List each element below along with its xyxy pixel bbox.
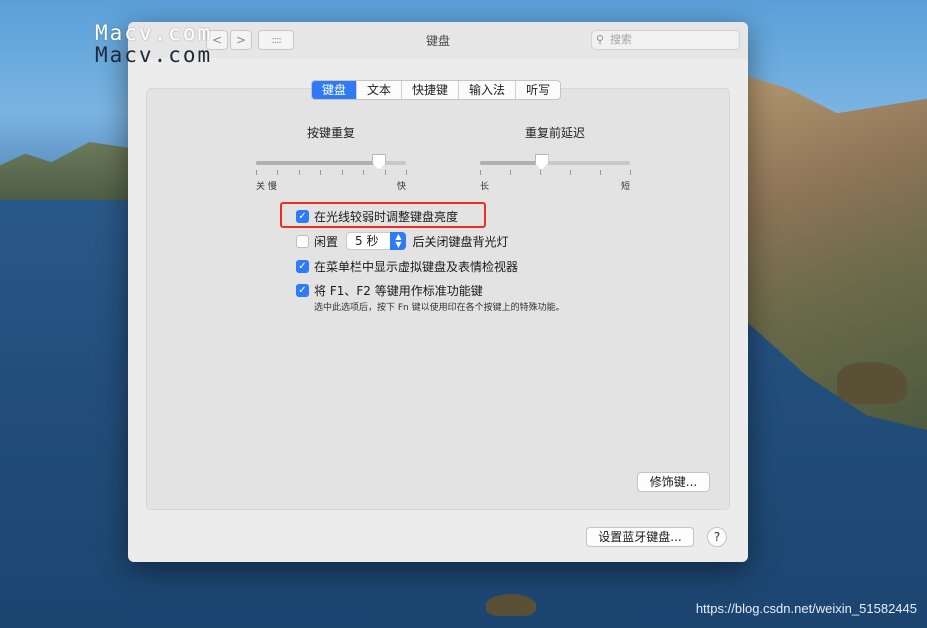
- key-repeat-label: 按键重复: [306, 126, 355, 140]
- idle-suffix-label: 后关闭键盘背光灯: [412, 234, 509, 249]
- key-repeat-slider[interactable]: [256, 154, 406, 170]
- key-repeat-thumb[interactable]: [372, 154, 386, 170]
- tab-text[interactable]: 文本: [357, 81, 403, 99]
- fn-keys-description: 选中此选项后，按下 Fn 键以使用印在各个按键上的特殊功能。: [314, 303, 565, 313]
- delay-max-label: 短: [620, 182, 630, 192]
- delay-slider-group: 重复前延迟 长 短: [480, 124, 631, 192]
- tab-input-sources[interactable]: 输入法: [459, 81, 517, 99]
- slider-tick: [480, 170, 481, 175]
- stepper-arrows-icon: ▲ ▼: [390, 232, 407, 250]
- adjust-brightness-checkbox[interactable]: ✓: [296, 210, 309, 223]
- wallpaper-hill: [0, 142, 128, 200]
- watermark-line-2: Macv.com: [95, 43, 213, 67]
- adjust-brightness-label: 在光线较弱时调整键盘亮度: [314, 210, 459, 224]
- slider-tick: [341, 170, 343, 175]
- slider-tick: [406, 170, 407, 175]
- show-viewer-label: 在菜单栏中显示虚拟键盘及表情检视器: [314, 260, 519, 274]
- slider-tick: [384, 170, 386, 175]
- slider-tick: [510, 170, 511, 175]
- idle-duration-value: 5 秒: [355, 234, 379, 248]
- checkmark-icon: ✓: [298, 211, 307, 222]
- key-repeat-min-label: 关 慢: [256, 182, 277, 192]
- content-panel: [146, 88, 730, 510]
- watermark-line-1: Macv.com: [95, 21, 213, 45]
- delay-fill: [480, 161, 542, 165]
- idle-off-checkbox[interactable]: [296, 234, 309, 248]
- watermark-url: https://blog.csdn.net/weixin_51582445: [695, 601, 917, 616]
- adjust-brightness-option[interactable]: ✓ 在光线较弱时调整键盘亮度: [296, 208, 458, 225]
- search-icon: ⚲: [596, 33, 605, 46]
- delay-thumb[interactable]: [534, 154, 549, 170]
- modifier-keys-button[interactable]: 修饰键...: [637, 472, 710, 492]
- slider-tick: [540, 170, 541, 175]
- slider-tick: [363, 170, 365, 175]
- slider-tick: [630, 170, 631, 175]
- key-repeat-fill: [256, 161, 379, 165]
- fn-keys-checkbox[interactable]: ✓: [296, 284, 309, 297]
- tab-keyboard[interactable]: 键盘: [312, 81, 358, 99]
- search-placeholder: 搜索: [610, 33, 632, 46]
- idle-off-option: 闲置 5 秒 ▲ ▼ 后关闭键盘背光灯: [296, 232, 508, 250]
- wallpaper-rock-small: [486, 594, 536, 616]
- slider-tick: [570, 170, 571, 175]
- setup-bluetooth-keyboard-button[interactable]: 设置蓝牙键盘...: [586, 527, 694, 547]
- key-repeat-max-label: 快: [396, 182, 406, 192]
- idle-prefix-label: 闲置: [314, 234, 339, 249]
- slider-tick: [600, 170, 601, 175]
- delay-min-label: 长: [480, 182, 490, 192]
- keyboard-preferences-window: < > :::: 键盘 ⚲ 搜索 键盘 文本 快捷键 输入法 听写 按键重复 关…: [128, 22, 748, 562]
- watermark-logo: Macv.com Macv.com: [95, 22, 212, 66]
- tab-bar: 键盘 文本 快捷键 输入法 听写: [311, 80, 562, 100]
- wallpaper-rock: [837, 362, 907, 404]
- delay-label: 重复前延迟: [524, 126, 585, 140]
- delay-slider[interactable]: [480, 154, 630, 170]
- slider-tick: [256, 170, 257, 175]
- delay-ticks: [480, 170, 631, 176]
- help-button[interactable]: ?: [707, 527, 727, 547]
- show-viewer-option[interactable]: ✓ 在菜单栏中显示虚拟键盘及表情检视器: [296, 258, 518, 275]
- checkmark-icon: ✓: [298, 261, 307, 272]
- fn-keys-label: 将 F1、F2 等键用作标准功能键: [314, 284, 483, 298]
- window-titlebar: < > :::: 键盘 ⚲ 搜索: [128, 22, 748, 58]
- tab-shortcuts[interactable]: 快捷键: [402, 81, 460, 99]
- show-viewer-checkbox[interactable]: ✓: [296, 260, 309, 273]
- slider-tick: [320, 170, 322, 175]
- key-repeat-ticks: [256, 170, 407, 176]
- tab-dictation[interactable]: 听写: [516, 81, 560, 99]
- key-repeat-slider-group: 按键重复 关 慢 快: [256, 124, 407, 192]
- idle-duration-select[interactable]: 5 秒 ▲ ▼: [346, 232, 407, 250]
- slider-tick: [277, 170, 279, 175]
- slider-tick: [298, 170, 300, 175]
- checkmark-icon: ✓: [298, 285, 307, 296]
- search-field[interactable]: ⚲ 搜索: [591, 30, 740, 50]
- fn-keys-option[interactable]: ✓ 将 F1、F2 等键用作标准功能键: [296, 282, 483, 299]
